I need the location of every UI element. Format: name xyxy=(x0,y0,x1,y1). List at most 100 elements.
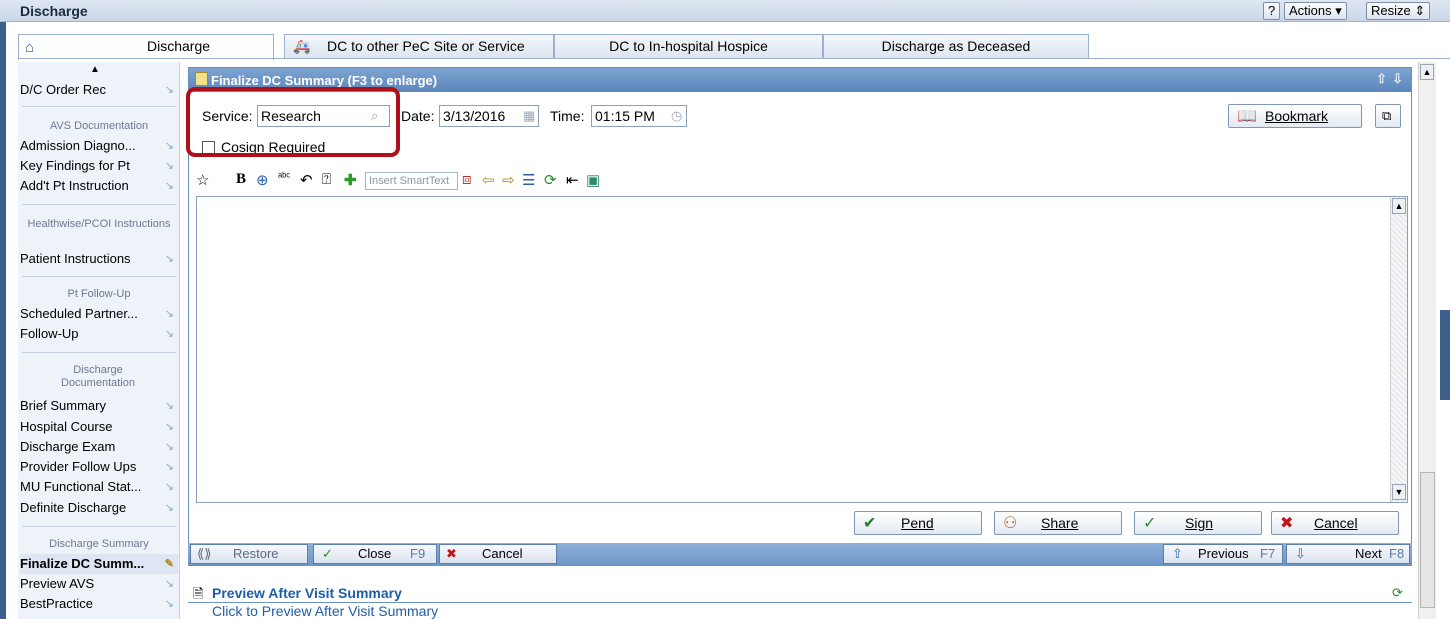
sidebar-item-mu-functional-status[interactable]: MU Functional Stat... ↘ xyxy=(20,477,178,497)
tab-discharge-deceased-label: Discharge as Deceased xyxy=(881,38,1031,54)
sidebar-item-addt-pt-instruction[interactable]: Add't Pt Instruction ↘ xyxy=(20,176,178,196)
next-shortcut: F8 xyxy=(1389,546,1405,561)
zoom-icon[interactable]: ⊕ xyxy=(256,171,269,189)
close-button[interactable]: ✓ Close F9 xyxy=(313,544,437,564)
home-icon: ⌂ xyxy=(25,39,35,56)
actions-menu-button[interactable]: Actions ▾ xyxy=(1284,2,1347,20)
smarttext-input[interactable]: Insert SmartText xyxy=(365,172,458,190)
page-scrollbar[interactable]: ▲ xyxy=(1418,62,1436,619)
jump-icon: ↘ xyxy=(164,253,174,265)
sidebar-item-follow-up[interactable]: Follow-Up ↘ xyxy=(20,324,178,344)
spellcheck-icon[interactable]: ᵃᵇᶜ xyxy=(278,171,290,183)
resize-button[interactable]: Resize ⇕ xyxy=(1366,2,1431,20)
section-pt-follow-up: Pt Follow-Up xyxy=(67,288,131,300)
cancel-button[interactable]: ✖ Cancel xyxy=(1271,511,1399,535)
footer-cancel-label: Cancel xyxy=(482,546,523,561)
undo-icon[interactable]: ↶ xyxy=(300,171,313,189)
image-icon[interactable]: ▣ xyxy=(586,171,600,189)
scroll-up-icon[interactable]: ▲ xyxy=(1392,198,1406,214)
add-icon[interactable]: ✚ xyxy=(344,171,357,189)
sidebar-item-provider-follow-ups[interactable]: Provider Follow Ups ↘ xyxy=(20,457,178,477)
sidebar-scroll-up-icon[interactable]: ▲ xyxy=(90,64,100,75)
bold-icon[interactable]: B xyxy=(236,171,246,188)
expand-button[interactable]: ⧉ xyxy=(1375,104,1401,128)
left-window-edge xyxy=(0,0,6,619)
previous-button[interactable]: ⇧ Previous F7 xyxy=(1163,544,1283,564)
sidebar-item-label: Scheduled Partner... xyxy=(20,306,138,321)
preview-avs-title[interactable]: Preview After Visit Summary xyxy=(212,585,402,601)
insert-icon[interactable]: ⇤ xyxy=(566,171,579,189)
sidebar-item-discharge-exam[interactable]: Discharge Exam ↘ xyxy=(20,437,178,457)
calendar-icon[interactable]: ▦ xyxy=(523,108,535,124)
close-check-icon: ✓ xyxy=(322,546,333,561)
preview-avs-link[interactable]: Click to Preview After Visit Summary xyxy=(212,603,438,619)
refresh-icon[interactable]: ⟳ xyxy=(544,171,557,189)
move-down-icon[interactable]: ⇩ xyxy=(1392,71,1403,87)
book-icon: 📖 xyxy=(1237,108,1257,125)
tabs-divider xyxy=(18,58,1450,59)
tab-discharge[interactable]: ⌂ Discharge xyxy=(18,34,274,60)
jump-icon: ↘ xyxy=(164,421,174,433)
pend-button[interactable]: ✔ Pend xyxy=(854,511,982,535)
list-icon[interactable]: ☰ xyxy=(522,171,535,189)
next-button[interactable]: ⇩ Next F8 xyxy=(1286,544,1410,564)
sidebar-item-key-findings[interactable]: Key Findings for Pt ↘ xyxy=(20,156,178,176)
arrow-left-icon[interactable]: ⇦ xyxy=(482,171,495,189)
share-button[interactable]: ⚇ Share xyxy=(994,511,1122,535)
checkmark-icon: ✓ xyxy=(1143,515,1157,532)
sidebar-item-preview-avs[interactable]: Preview AVS ↘ xyxy=(20,574,178,594)
sign-button[interactable]: ✓ Sign xyxy=(1134,511,1262,535)
tab-dc-other-site[interactable]: 🚑 DC to other PeC Site or Service xyxy=(284,34,554,59)
jump-icon: ↘ xyxy=(164,400,174,412)
help-button[interactable]: ? xyxy=(1263,2,1281,20)
sidebar-item-bestpractice[interactable]: BestPractice ↘ xyxy=(20,594,178,614)
smartlink-icon[interactable]: ⧈ xyxy=(462,171,472,188)
sidebar-item-scheduled-partner[interactable]: Scheduled Partner... ↘ xyxy=(20,304,178,324)
sidebar-item-dc-order-rec[interactable]: D/C Order Rec ↘ xyxy=(20,80,178,100)
pend-check-icon: ✔ xyxy=(863,515,877,532)
jump-icon: ↘ xyxy=(164,84,174,96)
sidebar-divider xyxy=(22,204,176,205)
sidebar-item-definite-discharge[interactable]: Definite Discharge ↘ xyxy=(20,498,178,518)
arrow-down-icon: ⇩ xyxy=(1295,546,1306,561)
clock-icon[interactable]: ◷ xyxy=(671,108,682,124)
tab-discharge-deceased[interactable]: Discharge as Deceased xyxy=(823,34,1089,59)
bookmark-button[interactable]: 📖 Bookmark xyxy=(1228,104,1362,128)
sidebar-item-label: Discharge Exam xyxy=(20,439,116,454)
right-collapse-handle[interactable] xyxy=(1440,310,1450,400)
scroll-down-icon[interactable]: ▼ xyxy=(1392,484,1406,500)
arrow-right-icon[interactable]: ⇨ xyxy=(502,171,515,189)
window-title: Discharge xyxy=(20,3,88,19)
sidebar-item-patient-instructions[interactable]: Patient Instructions ↘ xyxy=(20,249,178,269)
sidebar-item-label: Admission Diagno... xyxy=(20,138,136,153)
jump-icon: ↘ xyxy=(164,140,174,152)
sidebar-item-finalize-dc-summary[interactable]: Finalize DC Summ... ✎ xyxy=(20,554,178,574)
restore-button[interactable]: ⟪⟫ Restore xyxy=(190,544,308,564)
refresh-preview-icon[interactable]: ⟳ xyxy=(1392,585,1403,601)
previous-label: Previous xyxy=(1198,546,1249,561)
sidebar-item-label: Key Findings for Pt xyxy=(20,158,130,173)
previous-shortcut: F7 xyxy=(1260,546,1276,561)
section-healthwise: Healthwise/PCOI Instructions xyxy=(27,218,171,230)
page-scroll-thumb[interactable] xyxy=(1420,472,1435,608)
page-scroll-up-icon[interactable]: ▲ xyxy=(1420,64,1434,80)
star-icon[interactable]: ☆ xyxy=(196,171,209,189)
date-label: Date: xyxy=(401,108,435,124)
tab-dc-hospice[interactable]: DC to In-hospital Hospice xyxy=(554,34,823,59)
sidebar-item-label: Preview AVS xyxy=(20,576,95,591)
jump-icon: ↘ xyxy=(164,502,174,514)
footer-cancel-button[interactable]: ✖ Cancel xyxy=(439,544,557,564)
sidebar-item-label: Provider Follow Ups xyxy=(20,459,137,474)
help-person-icon[interactable]: ⍰ xyxy=(322,171,331,188)
editor-scrollbar[interactable]: ▲ ▼ xyxy=(1390,197,1407,502)
move-up-icon[interactable]: ⇧ xyxy=(1376,71,1387,87)
sidebar-item-admission-diagnosis[interactable]: Admission Diagno... ↘ xyxy=(20,136,178,156)
arrow-up-icon: ⇧ xyxy=(1172,546,1183,561)
jump-icon: ↘ xyxy=(164,441,174,453)
section-discharge-documentation: Discharge Documentation xyxy=(61,364,135,389)
time-label: Time: xyxy=(550,108,585,124)
sidebar-item-hospital-course[interactable]: Hospital Course ↘ xyxy=(20,417,178,437)
note-editor[interactable]: ▲ ▼ xyxy=(196,196,1408,503)
sidebar-item-brief-summary[interactable]: Brief Summary ↘ xyxy=(20,396,178,416)
jump-icon: ↘ xyxy=(164,180,174,192)
